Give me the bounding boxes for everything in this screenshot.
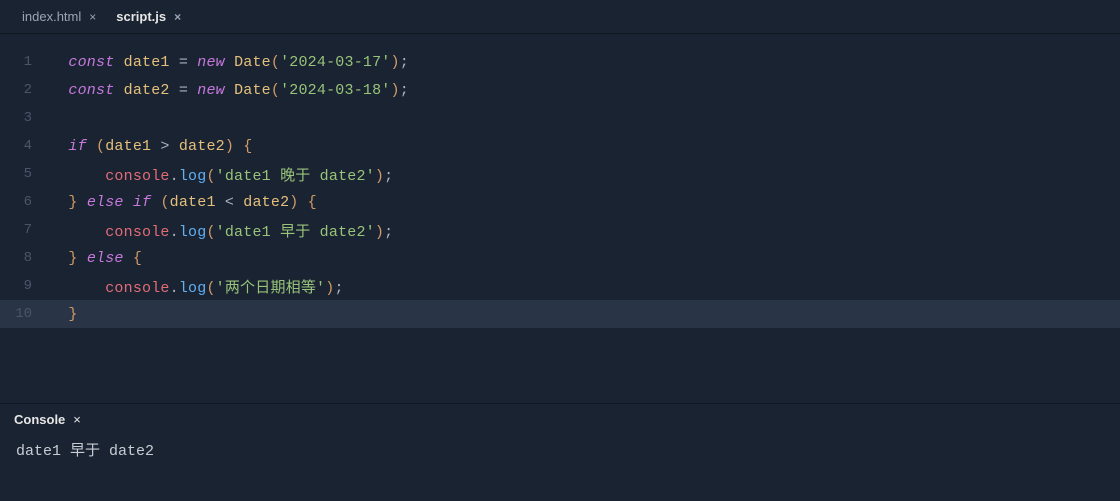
line-number: 1 (0, 54, 50, 70)
line-number: 10 (0, 306, 50, 322)
close-icon[interactable]: × (73, 412, 81, 427)
line-number: 8 (0, 250, 50, 266)
line-number: 5 (0, 166, 50, 182)
tab-script-js[interactable]: script.js × (106, 0, 191, 34)
tab-label: script.js (116, 9, 166, 24)
close-icon[interactable]: × (174, 10, 181, 24)
code-line[interactable]: 6 } else if (date1 < date2) { (0, 188, 1120, 216)
code-line[interactable]: 5 console.log('date1 晚于 date2'); (0, 160, 1120, 188)
tab-label: index.html (22, 9, 81, 24)
code-content (50, 110, 68, 127)
line-number: 6 (0, 194, 50, 210)
code-content: } (50, 306, 78, 323)
console-title: Console (14, 412, 65, 427)
console-panel: Console × date1 早于 date2 (0, 403, 1120, 501)
code-line[interactable]: 8 } else { (0, 244, 1120, 272)
code-content: console.log('date1 早于 date2'); (50, 220, 393, 241)
console-output: date1 早于 date2 (0, 433, 1120, 466)
code-content: if (date1 > date2) { (50, 138, 252, 155)
code-line[interactable]: 9 console.log('两个日期相等'); (0, 272, 1120, 300)
line-number: 9 (0, 278, 50, 294)
code-line[interactable]: 3 (0, 104, 1120, 132)
console-header: Console × (0, 404, 1120, 433)
code-content: console.log('date1 晚于 date2'); (50, 164, 393, 185)
line-number: 3 (0, 110, 50, 126)
code-line[interactable]: 10 } (0, 300, 1120, 328)
code-content: console.log('两个日期相等'); (50, 276, 344, 297)
line-number: 4 (0, 138, 50, 154)
code-line[interactable]: 4 if (date1 > date2) { (0, 132, 1120, 160)
code-editor[interactable]: 1 const date1 = new Date('2024-03-17');2… (0, 34, 1120, 403)
tabs-bar: index.html × script.js × (0, 0, 1120, 34)
code-content: const date1 = new Date('2024-03-17'); (50, 54, 409, 71)
code-content: const date2 = new Date('2024-03-18'); (50, 82, 409, 99)
code-line[interactable]: 7 console.log('date1 早于 date2'); (0, 216, 1120, 244)
code-line[interactable]: 1 const date1 = new Date('2024-03-17'); (0, 48, 1120, 76)
tab-index-html[interactable]: index.html × (12, 0, 106, 34)
code-content: } else { (50, 250, 142, 267)
line-number: 2 (0, 82, 50, 98)
code-content: } else if (date1 < date2) { (50, 194, 317, 211)
close-icon[interactable]: × (89, 10, 96, 24)
code-line[interactable]: 2 const date2 = new Date('2024-03-18'); (0, 76, 1120, 104)
line-number: 7 (0, 222, 50, 238)
